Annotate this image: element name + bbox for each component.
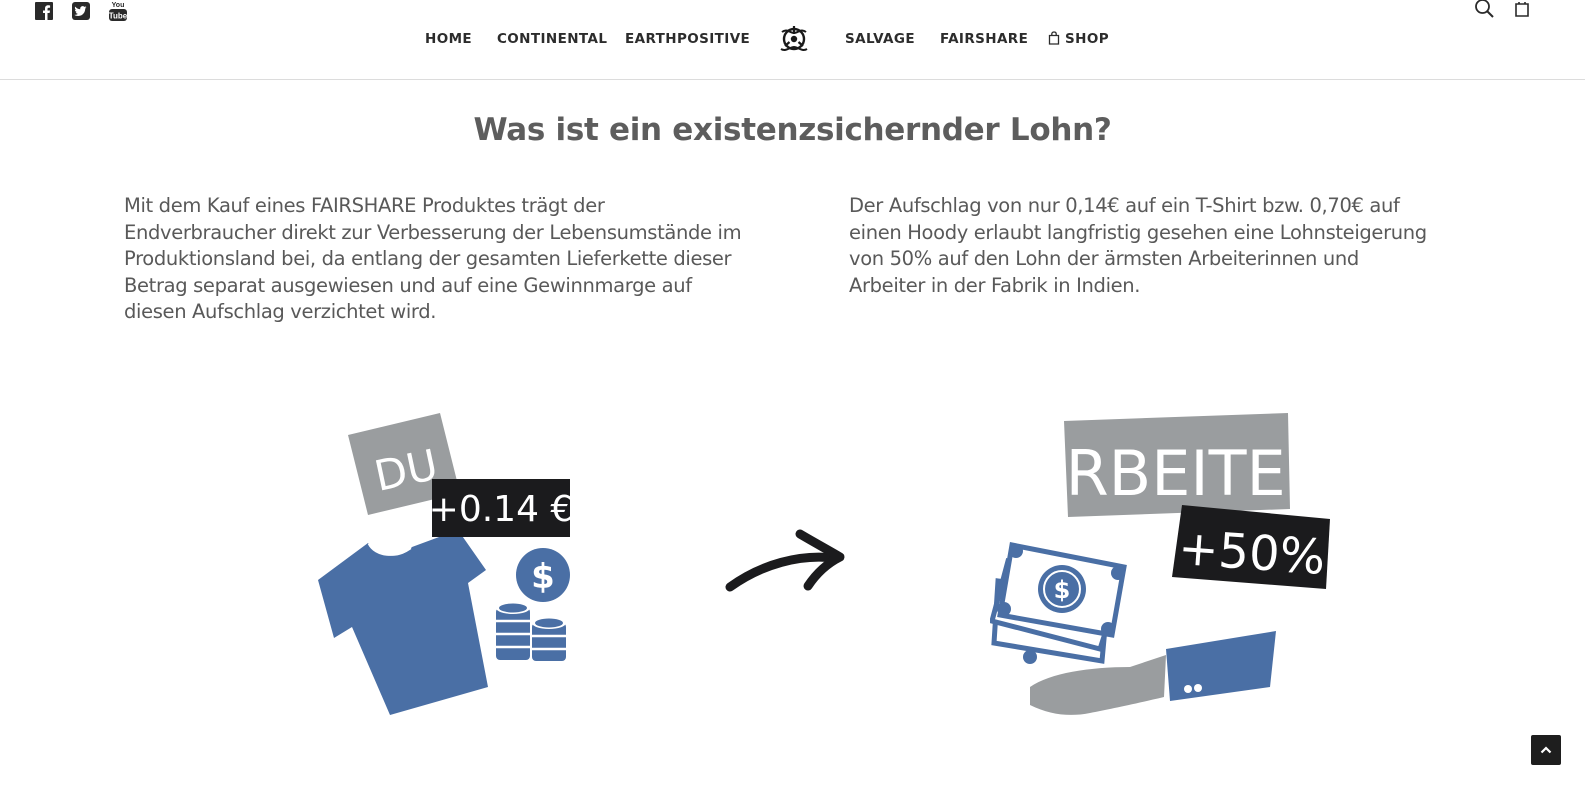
- svg-text:You: You: [112, 2, 125, 9]
- dollar-coin-icon: $: [516, 548, 570, 602]
- search-icon[interactable]: [1474, 0, 1496, 20]
- cart-icon[interactable]: [1514, 0, 1530, 18]
- percent-label: +50%: [1177, 520, 1327, 586]
- twitter-icon[interactable]: [71, 0, 91, 22]
- arbeiter-illustration: ARBEITER +50% $: [990, 413, 1330, 715]
- percent-label-tag: +50%: [1172, 505, 1330, 589]
- coin-stack-icon: [496, 602, 566, 661]
- arbeiter-label-tag: ARBEITER: [1023, 413, 1329, 517]
- svg-text:Tube: Tube: [109, 12, 128, 21]
- du-tshirt-illustration: DU +0.14 € $: [318, 413, 574, 715]
- brand-logo[interactable]: [777, 22, 811, 56]
- page-heading: Was ist ein existenzsichernder Lohn?: [473, 112, 1112, 148]
- nav-item-earthpositive[interactable]: EARTHPOSITIVE: [625, 31, 750, 47]
- nav-shop-label: SHOP: [1065, 31, 1109, 47]
- price-label-tag: +0.14 €: [429, 479, 574, 537]
- back-to-top-button[interactable]: [1531, 735, 1561, 765]
- right-paragraph: Der Aufschlag von nur 0,14€ auf ein T-Sh…: [849, 194, 1427, 297]
- shopping-bag-icon: [1048, 31, 1060, 45]
- chevron-up-icon: [1540, 746, 1552, 754]
- nav-item-salvage[interactable]: SALVAGE: [845, 31, 915, 47]
- youtube-icon[interactable]: You Tube: [108, 0, 128, 22]
- money-bills-icon: $: [990, 542, 1127, 664]
- left-paragraph: Mit dem Kauf eines FAIRSHARE Produktes t…: [124, 194, 742, 324]
- bill-dollar-symbol: $: [1054, 576, 1071, 604]
- site-header: You Tube HOME CONTINENTAL EARTHPOSITIVE …: [0, 0, 1585, 80]
- nav-item-continental[interactable]: CONTINENTAL: [497, 31, 607, 47]
- dollar-symbol: $: [531, 557, 555, 597]
- price-label: +0.14 €: [429, 489, 574, 530]
- arbeiter-label: ARBEITER: [1023, 437, 1329, 510]
- tshirt-icon: [318, 530, 488, 715]
- social-links: You Tube: [34, 0, 128, 22]
- facebook-icon[interactable]: [34, 0, 54, 22]
- nav-item-fairshare[interactable]: FAIRSHARE: [940, 31, 1028, 47]
- arrow-right-icon: [725, 529, 845, 592]
- nav-item-home[interactable]: HOME: [425, 31, 472, 47]
- nav-item-shop[interactable]: SHOP: [1048, 31, 1109, 47]
